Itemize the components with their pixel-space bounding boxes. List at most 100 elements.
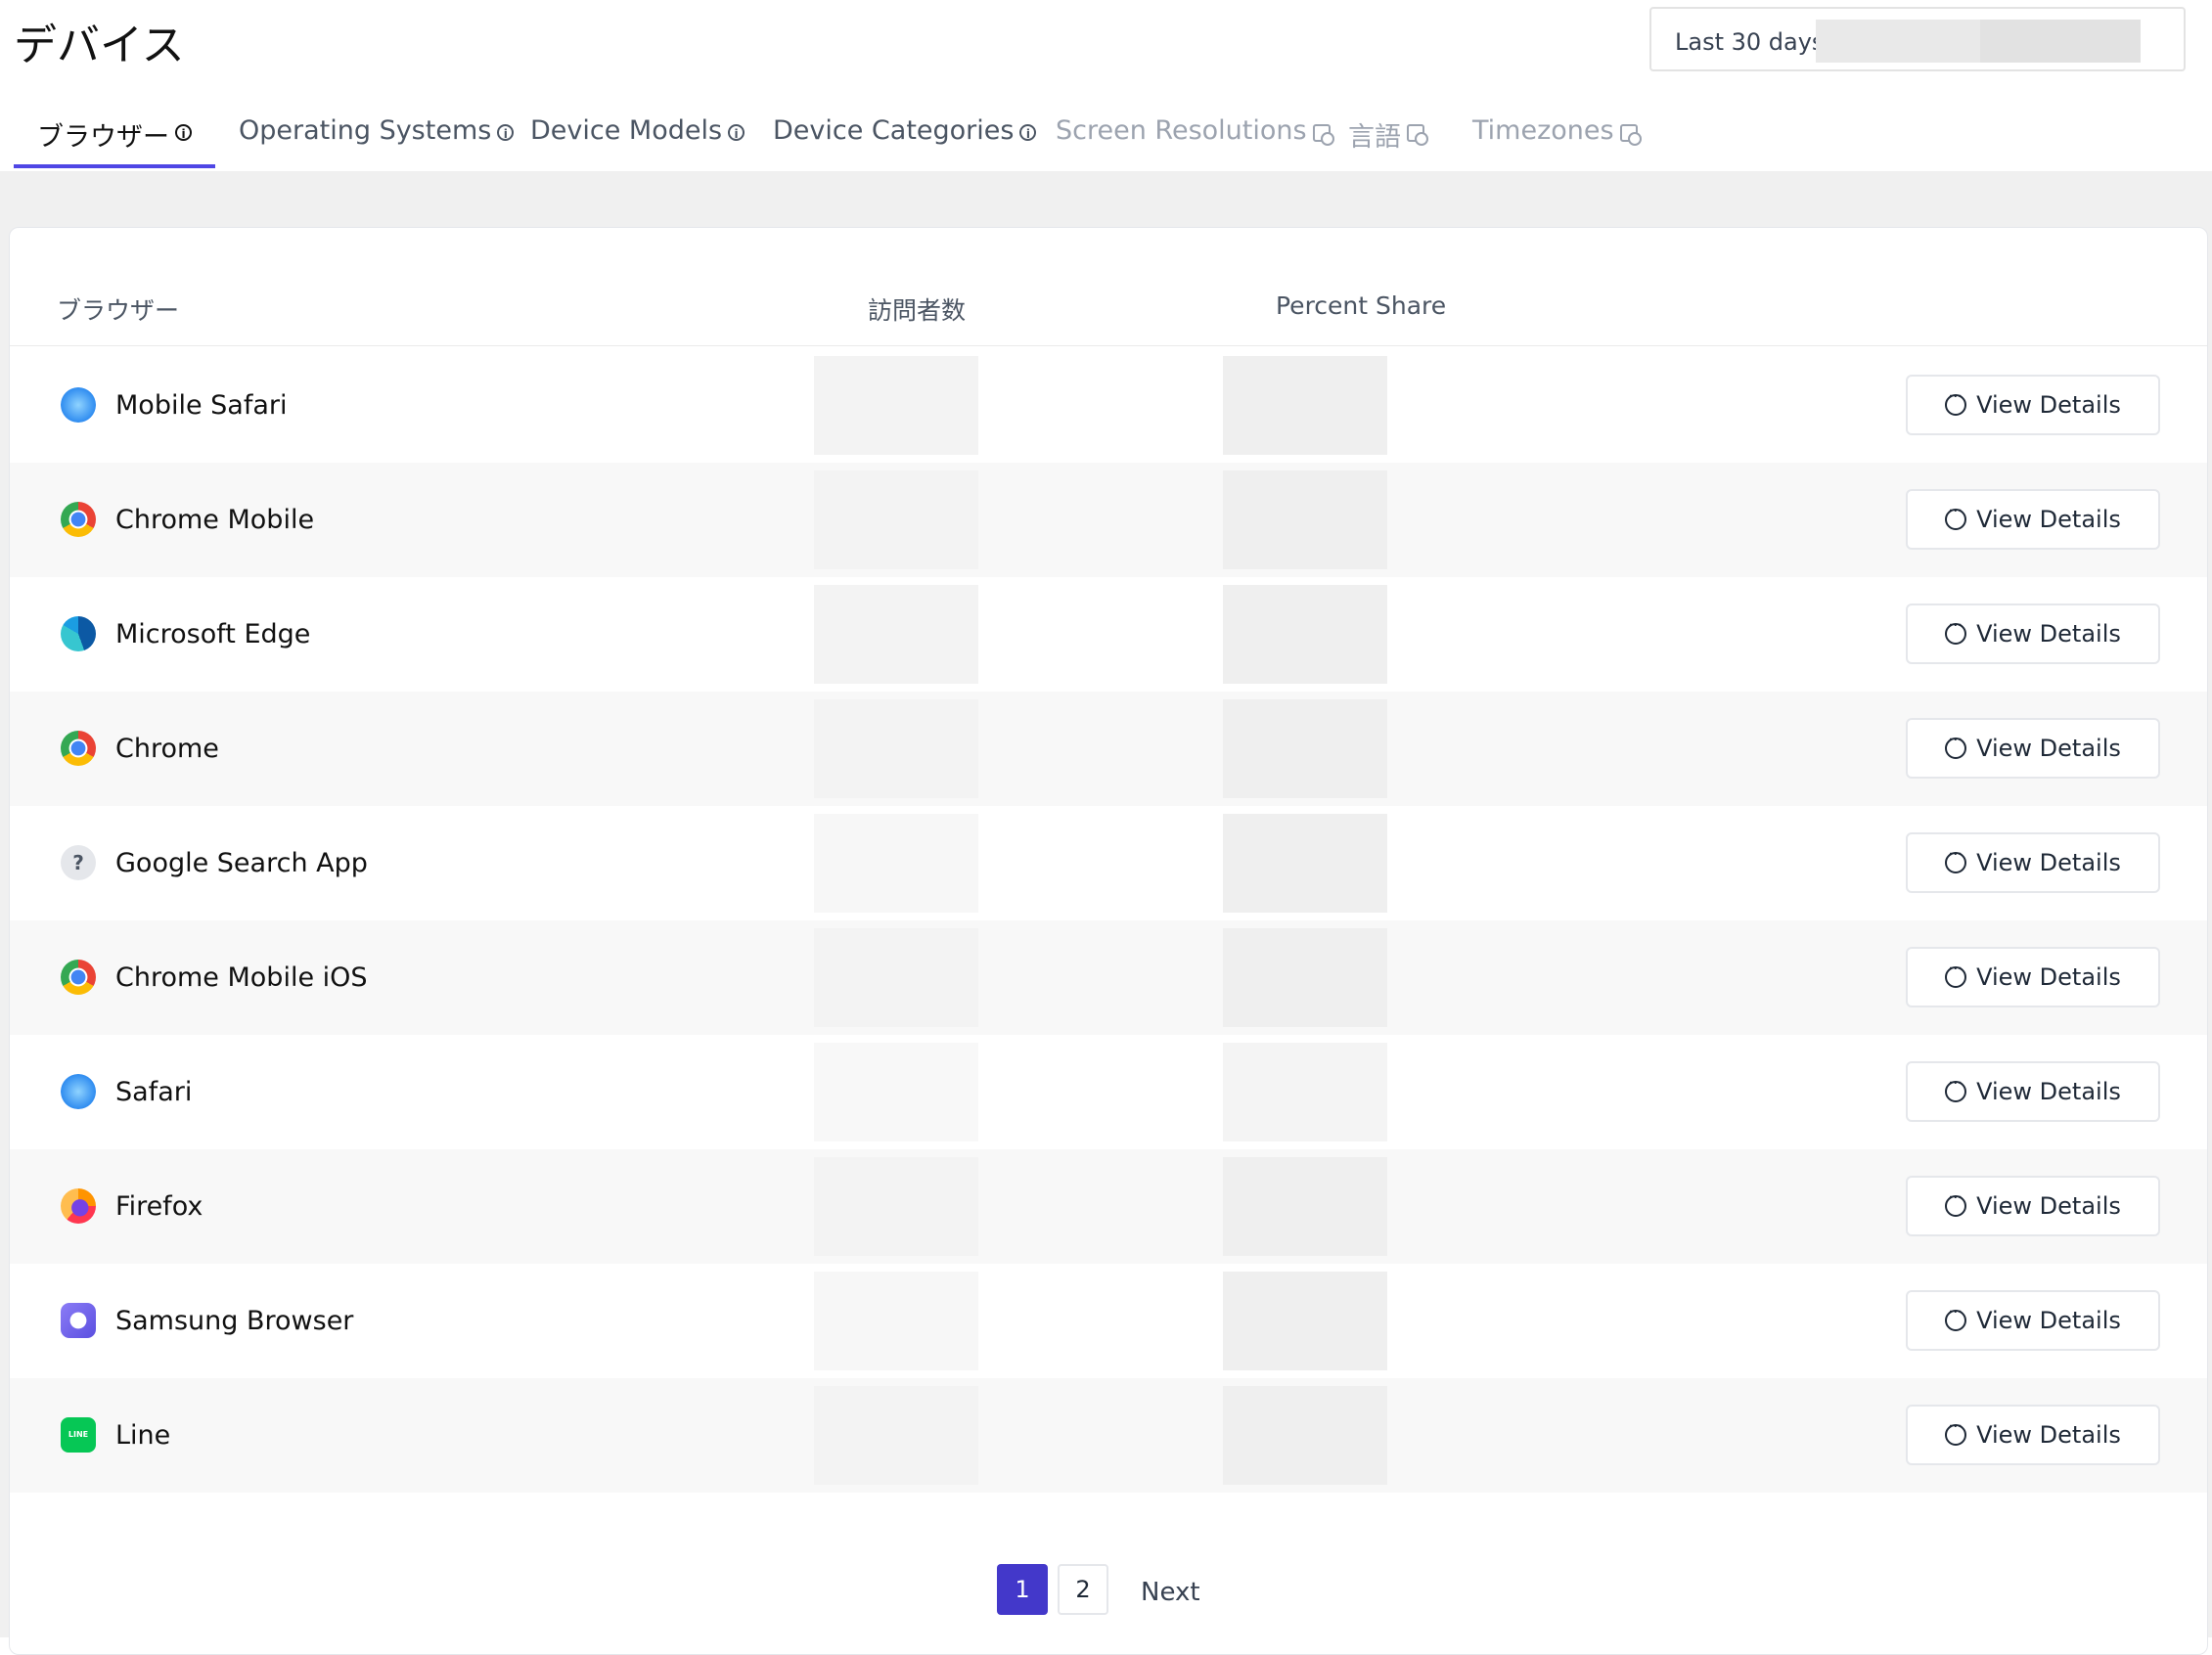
calendar-clock-icon [1407,124,1428,146]
table-row: Mobile Safari View Details [10,348,2207,463]
tab-screen-resolutions[interactable]: Screen Resolutions [1056,108,1334,168]
button-label: View Details [1976,1421,2121,1449]
tab-label: 言語 [1348,122,1401,153]
visitors-value-redacted [814,1157,978,1256]
more-icon [1945,1075,1967,1102]
table-row: Microsoft Edge View Details [10,577,2207,692]
samsung-browser-icon [61,1303,96,1338]
view-details-button[interactable]: View Details [1906,489,2160,550]
table-row: Safari View Details [10,1035,2207,1149]
view-details-button[interactable]: View Details [1906,604,2160,664]
view-details-button[interactable]: View Details [1906,832,2160,893]
button-label: View Details [1976,1307,2121,1334]
chrome-icon [61,731,96,766]
info-icon: i [175,124,192,141]
table-row: ? Google Search App View Details [10,806,2207,920]
more-icon [1945,846,1967,873]
visitors-value-redacted [814,1043,978,1141]
browser-name: Safari [115,1077,193,1107]
page-button[interactable]: 2 [1058,1564,1108,1615]
header-divider [10,345,2207,346]
button-label: View Details [1976,391,2121,419]
next-page-link[interactable]: Next [1141,1578,1200,1607]
browser-name: Chrome Mobile [115,505,315,535]
date-range-label: Last 30 days [1675,28,1825,56]
more-icon [1945,1189,1967,1217]
table-row: Samsung Browser View Details [10,1264,2207,1378]
info-icon: i [728,124,745,141]
button-label: View Details [1976,506,2121,533]
button-label: View Details [1976,963,2121,991]
info-icon: i [497,124,515,141]
calendar-clock-icon [1312,124,1334,146]
table-row: Chrome View Details [10,692,2207,806]
visitors-value-redacted [814,585,978,684]
view-details-button[interactable]: View Details [1906,1176,2160,1236]
tab-label: ブラウザー [37,122,169,153]
view-details-button[interactable]: View Details [1906,1061,2160,1122]
info-icon: i [1019,124,1037,141]
column-header-percent-share: Percent Share [1276,291,1447,320]
tab-operating-systems[interactable]: Operating Systems i [239,108,515,168]
date-range-value-redacted [1816,20,2141,63]
table-row: Firefox View Details [10,1149,2207,1264]
percent-value-redacted [1223,1043,1387,1141]
browser-name: Chrome [115,734,219,764]
chrome-icon [61,960,96,995]
edge-icon [61,616,96,651]
firefox-icon [61,1188,96,1224]
visitors-value-redacted [814,1386,978,1485]
tab-label: Timezones [1472,115,1614,146]
button-label: View Details [1976,620,2121,648]
view-details-button[interactable]: View Details [1906,1405,2160,1465]
calendar-clock-icon [1619,124,1642,146]
view-details-button[interactable]: View Details [1906,718,2160,779]
visitors-value-redacted [814,1272,978,1370]
more-icon [1945,388,1967,416]
more-icon [1945,961,1967,988]
tab-label: Operating Systems [239,115,492,146]
chrome-icon [61,502,96,537]
button-label: View Details [1976,1078,2121,1105]
safari-icon [61,1074,96,1109]
date-range-picker[interactable]: Last 30 days [1649,7,2186,71]
browser-name: Samsung Browser [115,1306,354,1336]
table-row: Chrome Mobile View Details [10,463,2207,577]
line-icon: LINE [61,1417,96,1453]
visitors-value-redacted [814,814,978,913]
tab-browsers[interactable]: ブラウザー i [14,108,215,168]
tab-languages[interactable]: 言語 [1348,108,1428,168]
more-icon [1945,1418,1967,1446]
table-row: Chrome Mobile iOS View Details [10,920,2207,1035]
percent-value-redacted [1223,356,1387,455]
percent-value-redacted [1223,1157,1387,1256]
safari-icon [61,387,96,423]
percent-value-redacted [1223,585,1387,684]
browser-name: Chrome Mobile iOS [115,962,368,993]
button-label: View Details [1976,735,2121,762]
page-title: デバイス [14,21,185,70]
more-icon [1945,503,1967,530]
tab-device-models[interactable]: Device Models i [530,108,745,168]
percent-value-redacted [1223,814,1387,913]
page-button-current[interactable]: 1 [997,1564,1048,1615]
tab-timezones[interactable]: Timezones [1472,108,1642,168]
tab-label: Device Models [530,115,723,146]
percent-value-redacted [1223,1272,1387,1370]
view-details-button[interactable]: View Details [1906,947,2160,1007]
more-icon [1945,617,1967,645]
percent-value-redacted [1223,928,1387,1027]
browser-name: Microsoft Edge [115,619,311,649]
browser-name: Firefox [115,1191,203,1222]
tab-device-categories[interactable]: Device Categories i [773,108,1037,168]
visitors-value-redacted [814,356,978,455]
tab-label: Screen Resolutions [1056,115,1307,146]
table-row: LINE Line View Details [10,1378,2207,1493]
view-details-button[interactable]: View Details [1906,1290,2160,1351]
browser-name: Google Search App [115,848,368,878]
tab-label: Device Categories [773,115,1015,146]
column-header-visitors: 訪問者数 [868,296,967,325]
percent-value-redacted [1223,699,1387,798]
percent-value-redacted [1223,470,1387,569]
view-details-button[interactable]: View Details [1906,375,2160,435]
